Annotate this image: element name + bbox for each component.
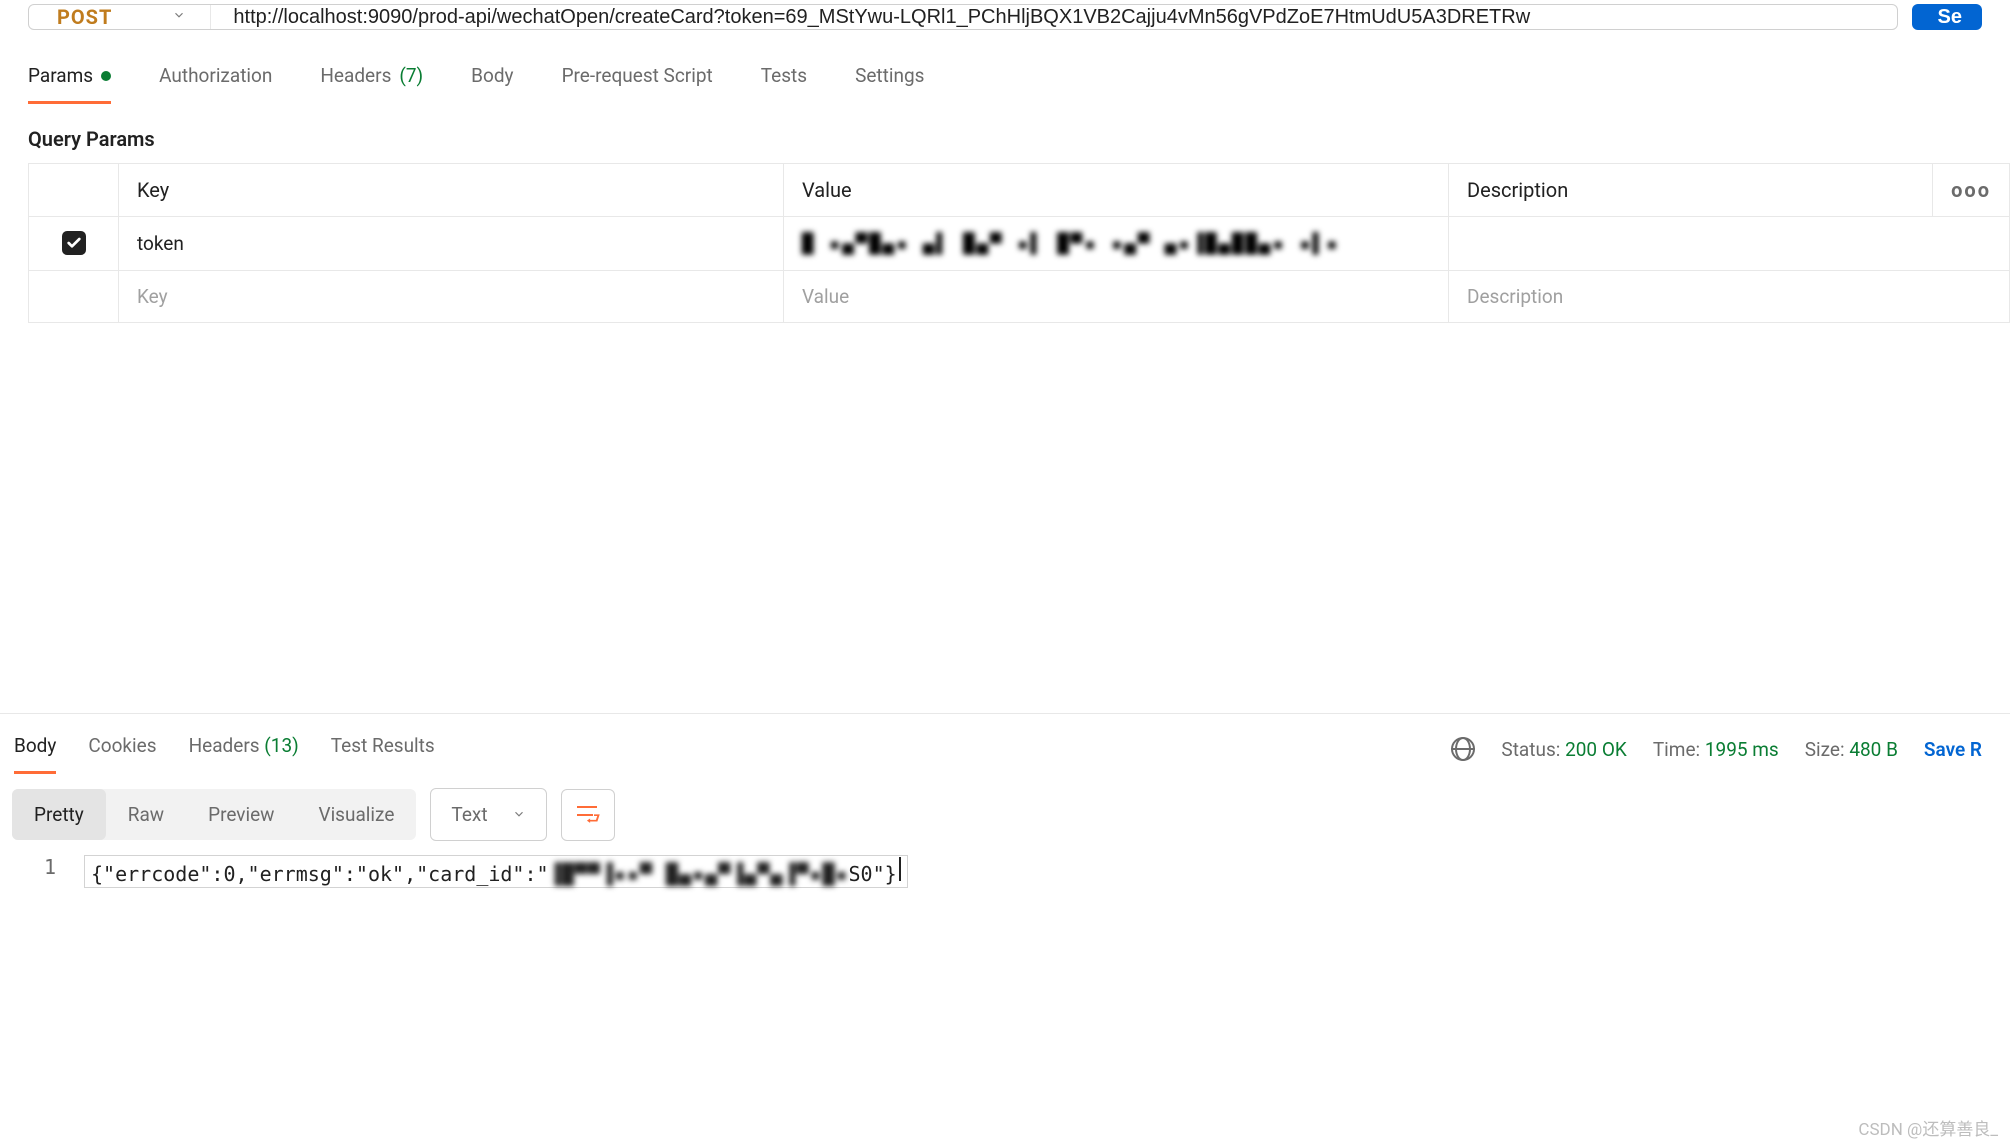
- view-preview-button[interactable]: Preview: [186, 789, 296, 840]
- time-label: Time:: [1653, 738, 1700, 761]
- time-block[interactable]: Time: 1995 ms: [1653, 738, 1779, 761]
- response-body: 1 {"errcode":0,"errmsg":"ok","card_id":"…: [0, 847, 2010, 896]
- row-value-masked: █ ▪▄▀█▄▪ ▄▌ █▄▀ ▪▌ █▀▪ ▪▄▀ ▄▪▐█▄██▄▪ ▪▌▪: [802, 233, 1340, 255]
- response-controls: Pretty Raw Preview Visualize Text: [0, 774, 2010, 847]
- resp-tab-test-results[interactable]: Test Results: [331, 724, 435, 774]
- status-label: Status:: [1501, 738, 1560, 761]
- table-row: token █ ▪▄▀█▄▪ ▄▌ █▄▀ ▪▌ █▀▪ ▪▄▀ ▄▪▐█▄██…: [29, 217, 2010, 271]
- row-checkbox[interactable]: [62, 231, 86, 255]
- resp-tab-headers[interactable]: Headers (13): [189, 724, 299, 774]
- code-masked: ▐█▀▀▐▪▪▀ █▄▪▄▀▐▄▀▄▐▀▪█▪: [549, 862, 849, 886]
- query-params-table: Key Value Description ooo token █ ▪▄▀█▄▪…: [28, 163, 2010, 323]
- size-value: 480 B: [1849, 738, 1898, 761]
- code-prefix: {"errcode":0,"errmsg":"ok","card_id":": [91, 862, 549, 886]
- status-block[interactable]: Status: 200 OK: [1501, 738, 1626, 761]
- resp-tab-headers-count: (13): [264, 734, 298, 757]
- wrap-icon: [577, 806, 599, 824]
- http-method-select[interactable]: POST: [29, 5, 211, 29]
- globe-icon[interactable]: [1451, 737, 1475, 761]
- response-header-row: Body Cookies Headers (13) Test Results S…: [0, 714, 2010, 774]
- resp-tab-cookies[interactable]: Cookies: [88, 724, 156, 774]
- tab-body[interactable]: Body: [471, 54, 513, 104]
- view-visualize-button[interactable]: Visualize: [296, 789, 416, 840]
- send-button[interactable]: Se: [1912, 4, 1982, 30]
- save-response-button[interactable]: Save R: [1924, 738, 1982, 761]
- query-params-title: Query Params: [0, 105, 2010, 163]
- tab-params-label: Params: [28, 64, 93, 87]
- url-input[interactable]: [211, 5, 1896, 29]
- response-tabs: Body Cookies Headers (13) Test Results: [14, 724, 435, 774]
- view-pretty-button[interactable]: Pretty: [12, 789, 106, 840]
- new-row-value[interactable]: Value: [784, 271, 1449, 323]
- col-header-description: Description: [1449, 164, 1933, 217]
- view-raw-button[interactable]: Raw: [106, 789, 186, 840]
- content-type-select[interactable]: Text: [430, 788, 546, 841]
- view-mode-group: Pretty Raw Preview Visualize: [12, 789, 416, 840]
- time-value: 1995 ms: [1705, 738, 1779, 761]
- tab-tests[interactable]: Tests: [761, 54, 807, 104]
- request-bar: POST Se: [0, 0, 2010, 34]
- resp-tab-headers-label: Headers: [189, 734, 260, 757]
- params-modified-indicator: [101, 71, 111, 81]
- status-value: 200 OK: [1565, 738, 1627, 761]
- line-number: 1: [28, 855, 84, 879]
- new-row-check: [29, 271, 119, 323]
- tab-authorization[interactable]: Authorization: [159, 54, 272, 104]
- text-cursor: [899, 857, 901, 881]
- col-header-value: Value: [784, 164, 1449, 217]
- col-header-key: Key: [119, 164, 784, 217]
- row-description[interactable]: [1449, 217, 2010, 271]
- tab-headers-label: Headers: [320, 64, 391, 87]
- col-header-more[interactable]: ooo: [1933, 164, 2010, 217]
- row-key[interactable]: token: [119, 217, 784, 271]
- request-tabs: Params Authorization Headers (7) Body Pr…: [0, 34, 2010, 105]
- watermark: CSDN @还算善良_: [1858, 1115, 1998, 1140]
- content-type-label: Text: [451, 803, 487, 826]
- method-url-container: POST: [28, 4, 1898, 30]
- response-status-bar: Status: 200 OK Time: 1995 ms Size: 480 B…: [1451, 737, 1982, 761]
- row-value[interactable]: █ ▪▄▀█▄▪ ▄▌ █▄▀ ▪▌ █▀▪ ▪▄▀ ▄▪▐█▄██▄▪ ▪▌▪: [784, 217, 1449, 271]
- tab-prerequest[interactable]: Pre-request Script: [562, 54, 713, 104]
- resp-tab-body[interactable]: Body: [14, 724, 56, 774]
- http-method-label: POST: [57, 5, 112, 29]
- chevron-down-icon: [512, 803, 526, 826]
- col-header-check: [29, 164, 119, 217]
- size-block[interactable]: Size: 480 B: [1805, 738, 1898, 761]
- tab-params[interactable]: Params: [28, 54, 111, 104]
- tab-headers[interactable]: Headers (7): [320, 54, 423, 104]
- response-line[interactable]: {"errcode":0,"errmsg":"ok","card_id":"▐█…: [84, 855, 908, 888]
- tab-headers-count: (7): [399, 64, 423, 87]
- new-row-description[interactable]: Description: [1449, 271, 2010, 323]
- new-row-key[interactable]: Key: [119, 271, 784, 323]
- code-suffix: S0"}: [849, 862, 897, 886]
- wrap-lines-button[interactable]: [561, 789, 615, 841]
- tab-settings[interactable]: Settings: [855, 54, 924, 104]
- size-label: Size:: [1805, 738, 1845, 761]
- table-row-new: Key Value Description: [29, 271, 2010, 323]
- chevron-down-icon: [172, 8, 186, 26]
- more-icon: ooo: [1951, 178, 1991, 202]
